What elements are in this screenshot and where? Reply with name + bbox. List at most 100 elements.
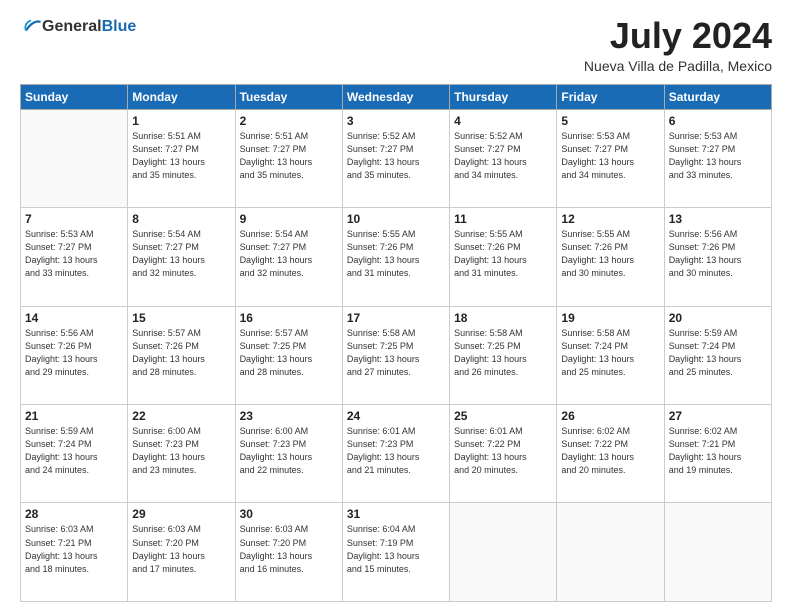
calendar-header-row: Sunday Monday Tuesday Wednesday Thursday… (21, 84, 772, 109)
day-info: Sunrise: 5:54 AMSunset: 7:27 PMDaylight:… (240, 228, 338, 280)
table-row: 1 Sunrise: 5:51 AMSunset: 7:27 PMDayligh… (128, 109, 235, 207)
month-title: July 2024 (584, 16, 772, 56)
day-number: 23 (240, 409, 338, 423)
day-number: 25 (454, 409, 552, 423)
table-row: 5 Sunrise: 5:53 AMSunset: 7:27 PMDayligh… (557, 109, 664, 207)
day-number: 8 (132, 212, 230, 226)
calendar-week-row: 14 Sunrise: 5:56 AMSunset: 7:26 PMDaylig… (21, 306, 772, 404)
logo: GeneralBlue (20, 16, 136, 38)
day-info: Sunrise: 5:59 AMSunset: 7:24 PMDaylight:… (25, 425, 123, 477)
table-row: 2 Sunrise: 5:51 AMSunset: 7:27 PMDayligh… (235, 109, 342, 207)
day-number: 4 (454, 114, 552, 128)
table-row: 26 Sunrise: 6:02 AMSunset: 7:22 PMDaylig… (557, 405, 664, 503)
table-row (21, 109, 128, 207)
day-info: Sunrise: 5:52 AMSunset: 7:27 PMDaylight:… (347, 130, 445, 182)
day-number: 12 (561, 212, 659, 226)
day-number: 17 (347, 311, 445, 325)
col-sunday: Sunday (21, 84, 128, 109)
day-info: Sunrise: 5:56 AMSunset: 7:26 PMDaylight:… (25, 327, 123, 379)
day-info: Sunrise: 6:02 AMSunset: 7:21 PMDaylight:… (669, 425, 767, 477)
day-info: Sunrise: 6:03 AMSunset: 7:20 PMDaylight:… (132, 523, 230, 575)
day-info: Sunrise: 5:53 AMSunset: 7:27 PMDaylight:… (669, 130, 767, 182)
day-info: Sunrise: 6:04 AMSunset: 7:19 PMDaylight:… (347, 523, 445, 575)
table-row: 19 Sunrise: 5:58 AMSunset: 7:24 PMDaylig… (557, 306, 664, 404)
col-tuesday: Tuesday (235, 84, 342, 109)
day-number: 10 (347, 212, 445, 226)
table-row: 15 Sunrise: 5:57 AMSunset: 7:26 PMDaylig… (128, 306, 235, 404)
calendar-week-row: 1 Sunrise: 5:51 AMSunset: 7:27 PMDayligh… (21, 109, 772, 207)
day-number: 21 (25, 409, 123, 423)
day-number: 14 (25, 311, 123, 325)
day-number: 29 (132, 507, 230, 521)
calendar-table: Sunday Monday Tuesday Wednesday Thursday… (20, 84, 772, 602)
table-row: 25 Sunrise: 6:01 AMSunset: 7:22 PMDaylig… (450, 405, 557, 503)
day-info: Sunrise: 5:58 AMSunset: 7:25 PMDaylight:… (454, 327, 552, 379)
day-number: 15 (132, 311, 230, 325)
day-number: 30 (240, 507, 338, 521)
day-info: Sunrise: 6:03 AMSunset: 7:21 PMDaylight:… (25, 523, 123, 575)
table-row: 23 Sunrise: 6:00 AMSunset: 7:23 PMDaylig… (235, 405, 342, 503)
day-number: 27 (669, 409, 767, 423)
day-number: 13 (669, 212, 767, 226)
logo-general: General (42, 18, 102, 35)
col-wednesday: Wednesday (342, 84, 449, 109)
day-info: Sunrise: 6:00 AMSunset: 7:23 PMDaylight:… (240, 425, 338, 477)
col-friday: Friday (557, 84, 664, 109)
calendar-week-row: 7 Sunrise: 5:53 AMSunset: 7:27 PMDayligh… (21, 208, 772, 306)
day-number: 2 (240, 114, 338, 128)
day-info: Sunrise: 6:00 AMSunset: 7:23 PMDaylight:… (132, 425, 230, 477)
table-row: 9 Sunrise: 5:54 AMSunset: 7:27 PMDayligh… (235, 208, 342, 306)
table-row: 20 Sunrise: 5:59 AMSunset: 7:24 PMDaylig… (664, 306, 771, 404)
logo-icon (20, 16, 42, 38)
logo-blue: Blue (102, 18, 137, 35)
day-info: Sunrise: 6:02 AMSunset: 7:22 PMDaylight:… (561, 425, 659, 477)
day-info: Sunrise: 5:58 AMSunset: 7:24 PMDaylight:… (561, 327, 659, 379)
table-row (664, 503, 771, 602)
day-info: Sunrise: 6:01 AMSunset: 7:22 PMDaylight:… (454, 425, 552, 477)
table-row (557, 503, 664, 602)
day-info: Sunrise: 5:55 AMSunset: 7:26 PMDaylight:… (454, 228, 552, 280)
table-row: 6 Sunrise: 5:53 AMSunset: 7:27 PMDayligh… (664, 109, 771, 207)
day-info: Sunrise: 6:03 AMSunset: 7:20 PMDaylight:… (240, 523, 338, 575)
table-row: 21 Sunrise: 5:59 AMSunset: 7:24 PMDaylig… (21, 405, 128, 503)
day-number: 19 (561, 311, 659, 325)
day-number: 3 (347, 114, 445, 128)
table-row: 18 Sunrise: 5:58 AMSunset: 7:25 PMDaylig… (450, 306, 557, 404)
day-number: 7 (25, 212, 123, 226)
day-info: Sunrise: 5:51 AMSunset: 7:27 PMDaylight:… (132, 130, 230, 182)
day-number: 1 (132, 114, 230, 128)
table-row: 10 Sunrise: 5:55 AMSunset: 7:26 PMDaylig… (342, 208, 449, 306)
table-row: 24 Sunrise: 6:01 AMSunset: 7:23 PMDaylig… (342, 405, 449, 503)
day-info: Sunrise: 5:58 AMSunset: 7:25 PMDaylight:… (347, 327, 445, 379)
table-row: 27 Sunrise: 6:02 AMSunset: 7:21 PMDaylig… (664, 405, 771, 503)
day-info: Sunrise: 5:54 AMSunset: 7:27 PMDaylight:… (132, 228, 230, 280)
header: GeneralBlue July 2024 Nueva Villa de Pad… (20, 16, 772, 74)
title-area: July 2024 Nueva Villa de Padilla, Mexico (584, 16, 772, 74)
day-info: Sunrise: 5:57 AMSunset: 7:25 PMDaylight:… (240, 327, 338, 379)
day-info: Sunrise: 5:56 AMSunset: 7:26 PMDaylight:… (669, 228, 767, 280)
day-info: Sunrise: 5:53 AMSunset: 7:27 PMDaylight:… (561, 130, 659, 182)
table-row: 28 Sunrise: 6:03 AMSunset: 7:21 PMDaylig… (21, 503, 128, 602)
day-number: 22 (132, 409, 230, 423)
day-number: 5 (561, 114, 659, 128)
day-number: 26 (561, 409, 659, 423)
table-row: 14 Sunrise: 5:56 AMSunset: 7:26 PMDaylig… (21, 306, 128, 404)
table-row: 7 Sunrise: 5:53 AMSunset: 7:27 PMDayligh… (21, 208, 128, 306)
location-subtitle: Nueva Villa de Padilla, Mexico (584, 58, 772, 74)
day-number: 20 (669, 311, 767, 325)
table-row: 31 Sunrise: 6:04 AMSunset: 7:19 PMDaylig… (342, 503, 449, 602)
table-row: 3 Sunrise: 5:52 AMSunset: 7:27 PMDayligh… (342, 109, 449, 207)
day-number: 18 (454, 311, 552, 325)
day-info: Sunrise: 5:51 AMSunset: 7:27 PMDaylight:… (240, 130, 338, 182)
calendar-week-row: 21 Sunrise: 5:59 AMSunset: 7:24 PMDaylig… (21, 405, 772, 503)
day-number: 28 (25, 507, 123, 521)
table-row: 17 Sunrise: 5:58 AMSunset: 7:25 PMDaylig… (342, 306, 449, 404)
table-row: 30 Sunrise: 6:03 AMSunset: 7:20 PMDaylig… (235, 503, 342, 602)
table-row: 12 Sunrise: 5:55 AMSunset: 7:26 PMDaylig… (557, 208, 664, 306)
table-row: 11 Sunrise: 5:55 AMSunset: 7:26 PMDaylig… (450, 208, 557, 306)
table-row: 16 Sunrise: 5:57 AMSunset: 7:25 PMDaylig… (235, 306, 342, 404)
col-saturday: Saturday (664, 84, 771, 109)
day-info: Sunrise: 5:59 AMSunset: 7:24 PMDaylight:… (669, 327, 767, 379)
table-row: 29 Sunrise: 6:03 AMSunset: 7:20 PMDaylig… (128, 503, 235, 602)
day-number: 6 (669, 114, 767, 128)
